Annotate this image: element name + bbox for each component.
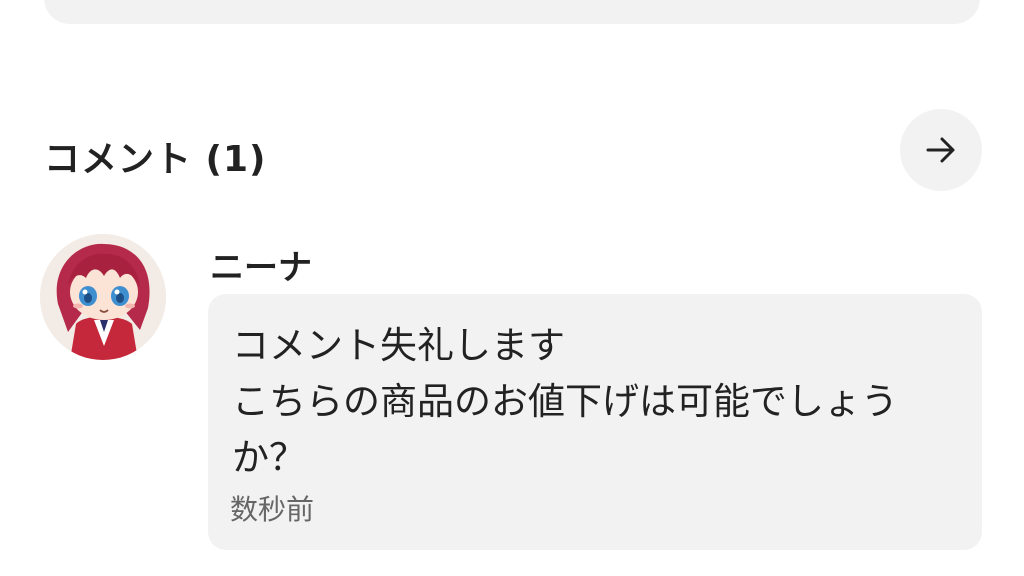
comment-text: コメント失礼します こちらの商品のお値下げは可能でしょう か？ xyxy=(232,324,898,479)
avatar[interactable] xyxy=(40,234,166,360)
comment-username[interactable]: ニーナ xyxy=(210,240,312,289)
previous-section-card xyxy=(44,0,980,24)
comment-timestamp: 数秒前 xyxy=(230,493,315,526)
comments-section-title: コメント (1) xyxy=(44,139,267,180)
comments-page: コメント (1) ニーナ コメント失礼します こちらの商品のお値下げは可能でしょ… xyxy=(0,0,1024,576)
comment-item: ニーナ コメント失礼します こちらの商品のお値下げは可能でしょう か？ 数秒前 xyxy=(40,234,984,554)
view-all-comments-button[interactable] xyxy=(900,109,982,191)
comments-header: コメント (1) xyxy=(44,109,982,191)
avatar-character-icon xyxy=(40,234,166,360)
arrow-right-icon xyxy=(926,137,955,163)
comment-bubble: コメント失礼します こちらの商品のお値下げは可能でしょう か？ 数秒前 xyxy=(208,294,982,550)
